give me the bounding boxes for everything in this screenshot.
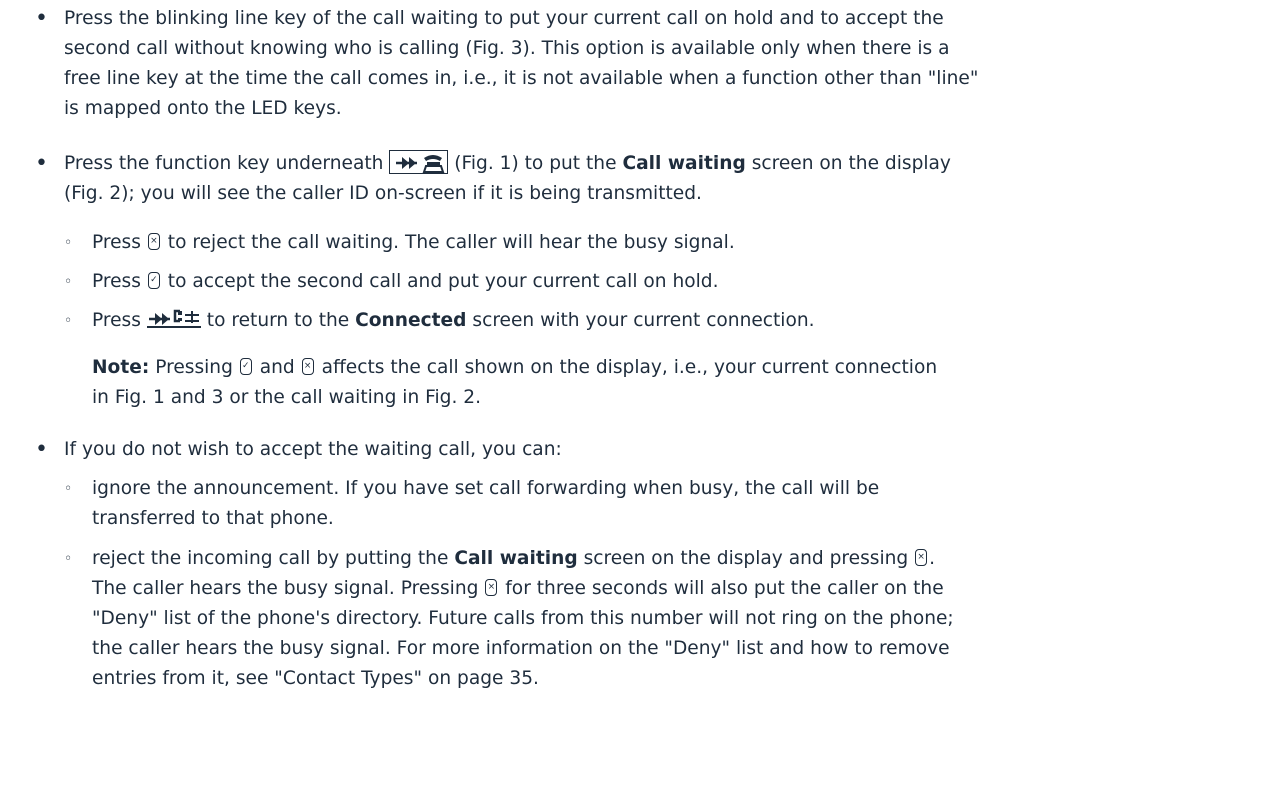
sub-bullet: ◦	[64, 551, 73, 567]
connected-function-key-icon	[146, 307, 201, 331]
text-line: entries from it, see "Contact Types" on …	[92, 668, 539, 689]
reject-key-icon: ×	[915, 549, 928, 566]
reject-key-icon: ×	[485, 579, 498, 596]
text-line: free line key at the time the call comes…	[64, 68, 979, 89]
paragraph-reject: Press × to reject the call waiting. The …	[92, 232, 735, 253]
text-line: Note: Pressing ✓ and × affects the call …	[92, 357, 938, 378]
paragraph-ignore: ignore the announcement. If you have set…	[92, 474, 879, 534]
text-line: Press the function key underneath (Fig. …	[64, 149, 951, 179]
paragraph-line-key: Press the blinking line key of the call …	[64, 4, 978, 124]
accept-key-icon: ✓	[239, 358, 252, 375]
document-page: • Press the blinking line key of the cal…	[0, 0, 1279, 791]
paragraph-accept: Press ✓ to accept the second call and pu…	[92, 271, 719, 292]
call-waiting-function-key-icon	[389, 150, 449, 174]
text-line: "Deny" list of the phone's directory. Fu…	[92, 608, 954, 629]
note: Note: Pressing ✓ and × affects the call …	[92, 353, 937, 413]
bullet: •	[35, 6, 48, 31]
bullet: •	[35, 437, 48, 462]
paragraph-reject-incoming: reject the incoming call by putting the …	[92, 544, 954, 694]
text-line: transferred to that phone.	[92, 508, 334, 529]
sub-bullet: ◦	[64, 235, 73, 251]
reject-key-icon: ×	[147, 233, 160, 250]
paragraph-function-key: Press the function key underneath (Fig. …	[64, 149, 951, 209]
text-line: second call without knowing who is calli…	[64, 38, 950, 59]
sub-bullet: ◦	[64, 313, 73, 329]
text-line: is mapped onto the LED keys.	[64, 98, 342, 119]
sub-bullet: ◦	[64, 481, 73, 497]
text-line: (Fig. 2); you will see the caller ID on-…	[64, 183, 702, 204]
paragraph-decline: If you do not wish to accept the waiting…	[64, 439, 562, 460]
text-line: reject the incoming call by putting the …	[92, 548, 936, 569]
reject-key-icon: ×	[301, 358, 314, 375]
text-line: in Fig. 1 and 3 or the call waiting in F…	[92, 387, 482, 408]
text-line: The caller hears the busy signal. Pressi…	[92, 578, 944, 599]
sub-bullet: ◦	[64, 274, 73, 290]
text-line: the caller hears the busy signal. For mo…	[92, 638, 950, 659]
paragraph-connected: Press to return to the Connected screen …	[92, 306, 815, 336]
text-line: ignore the announcement. If you have set…	[92, 478, 880, 499]
accept-key-icon: ✓	[147, 272, 160, 289]
text-line: Press the blinking line key of the call …	[64, 8, 944, 29]
bullet: •	[35, 151, 48, 176]
